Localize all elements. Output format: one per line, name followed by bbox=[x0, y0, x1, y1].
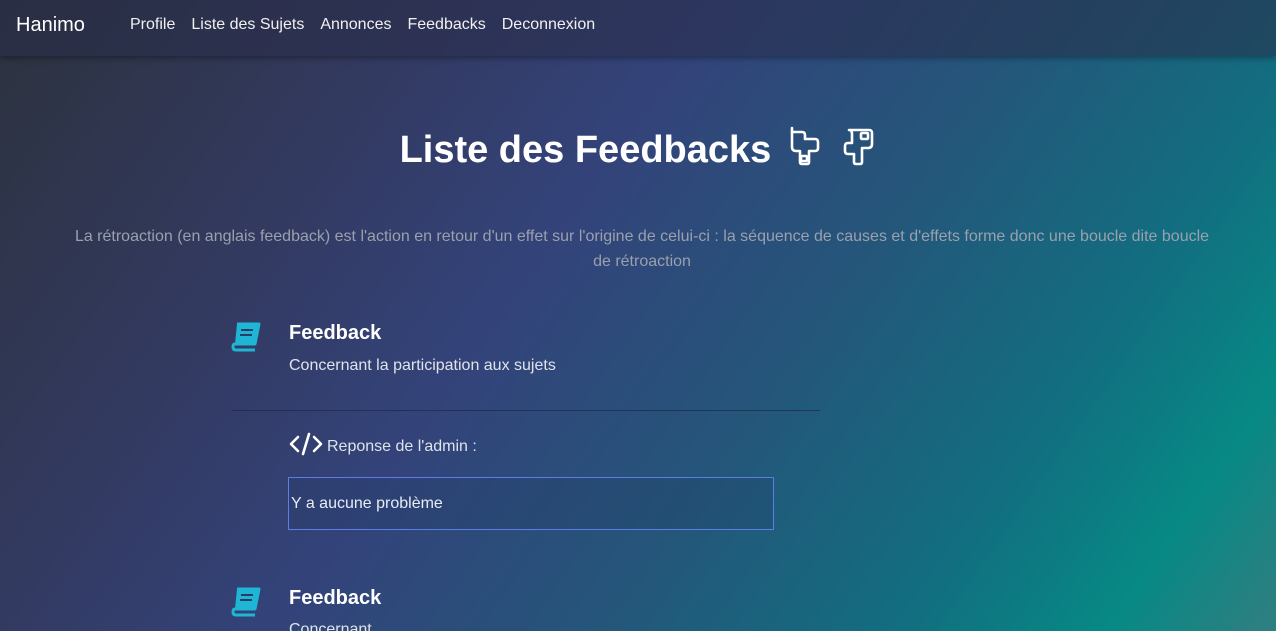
page-title-text: Liste des Feedbacks bbox=[399, 129, 772, 171]
intro-text: La rétroaction (en anglais feedback) est… bbox=[74, 228, 1210, 270]
divider bbox=[232, 410, 820, 411]
feedback-title: Feedback bbox=[289, 322, 382, 344]
nav-link-annonces[interactable]: Annonces bbox=[312, 16, 399, 34]
book-icon bbox=[231, 587, 263, 622]
book-icon bbox=[231, 322, 263, 357]
nav-link-profile[interactable]: Profile bbox=[122, 16, 183, 34]
feedback-subject: Concernant bbox=[289, 621, 372, 631]
navbar: Hanimo Profile Liste des Sujets Annonces… bbox=[0, 0, 1276, 56]
nav-link-liste-des-sujets[interactable]: Liste des Sujets bbox=[183, 16, 312, 34]
code-icon bbox=[289, 432, 327, 461]
pointing-up-hand-icon bbox=[788, 126, 824, 176]
pointing-down-hand-icon bbox=[840, 126, 876, 176]
feedback-subject: Concernant la participation aux sujets bbox=[289, 357, 556, 374]
nav-link-deconnexion[interactable]: Deconnexion bbox=[494, 16, 603, 34]
brand-link[interactable]: Hanimo bbox=[16, 14, 85, 37]
admin-reply-input[interactable] bbox=[288, 477, 774, 530]
page-title: Liste des Feedbacks bbox=[0, 126, 1276, 176]
nav-link-feedbacks[interactable]: Feedbacks bbox=[399, 16, 493, 34]
feedback-title: Feedback bbox=[289, 587, 382, 609]
admin-reply-label: Reponse de l'admin : bbox=[289, 432, 477, 461]
admin-reply-label-text: Reponse de l'admin : bbox=[327, 437, 477, 455]
nav-links: Profile Liste des Sujets Annonces Feedba… bbox=[122, 16, 603, 34]
